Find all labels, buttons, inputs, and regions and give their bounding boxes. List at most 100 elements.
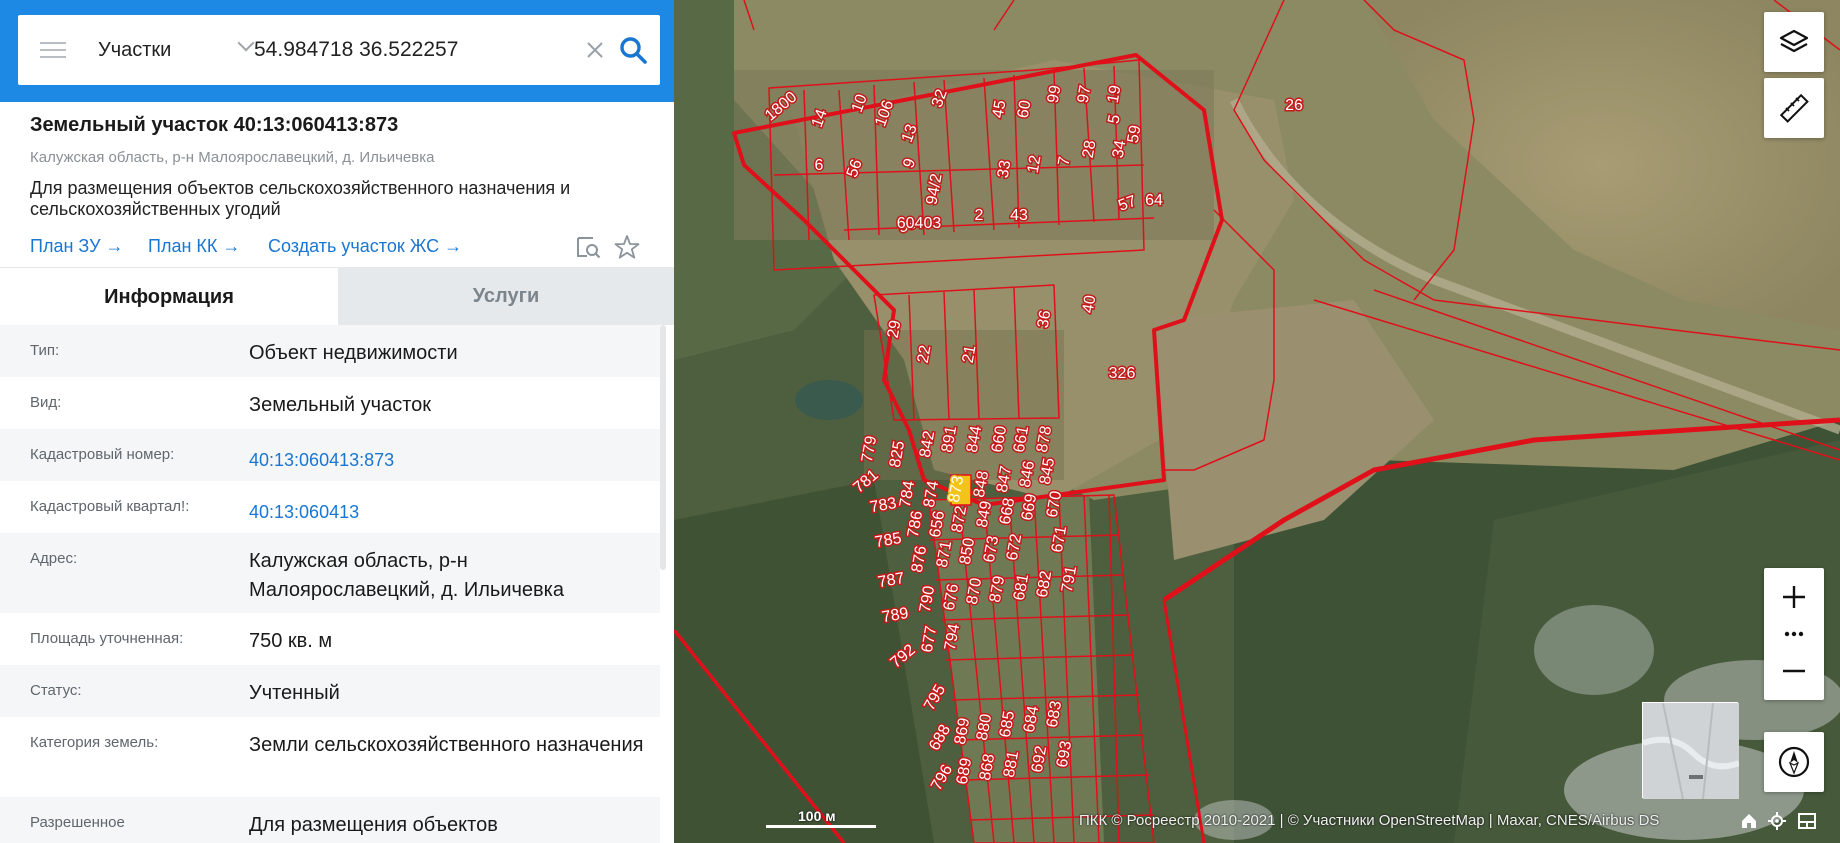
parcel-label[interactable]: 14 (807, 106, 832, 132)
parcel-label[interactable]: 1800 (761, 87, 802, 126)
parcel-label[interactable]: 850 (955, 535, 979, 567)
parcel-label[interactable]: 12 (1023, 152, 1046, 176)
scrollbar[interactable] (660, 325, 666, 570)
tab-info[interactable]: Информация (0, 267, 338, 325)
parcel-label[interactable]: 326 (1107, 364, 1137, 384)
parcel-label[interactable]: 692 (1027, 743, 1051, 775)
parcel-label[interactable]: 844 (962, 423, 986, 455)
print-icon[interactable] (1796, 810, 1818, 832)
parcel-label[interactable]: 683 (1042, 698, 1066, 730)
parcel-label[interactable]: 876 (907, 543, 931, 575)
star-icon[interactable] (614, 234, 640, 260)
parcel-label[interactable]: 878 (1032, 423, 1056, 455)
parcel-label[interactable]: 879 (985, 573, 1009, 605)
parcel-label[interactable]: 685 (995, 708, 1019, 740)
parcel-label[interactable]: 670 (1042, 488, 1066, 520)
parcel-label[interactable]: 36 (1033, 307, 1056, 331)
parcel-label[interactable]: 33 (993, 157, 1016, 181)
home-icon[interactable] (1738, 810, 1760, 832)
parcel-label[interactable]: 59 (1123, 122, 1146, 146)
parcel-label[interactable]: 845 (1035, 455, 1059, 487)
parcel-label[interactable]: 791 (1057, 563, 1081, 595)
parcel-label[interactable]: 792 (886, 640, 920, 673)
locate-icon[interactable] (1766, 810, 1788, 832)
plan-kk-link[interactable]: План КК → (148, 236, 240, 257)
parcel-label[interactable]: 676 (939, 581, 963, 613)
parcel-label[interactable]: 790 (915, 583, 939, 615)
parcel-label[interactable]: 669 (1017, 491, 1041, 523)
parcel-label[interactable]: 779 (857, 433, 881, 465)
tab-services[interactable]: Услуги (338, 267, 674, 325)
menu-icon[interactable] (40, 40, 66, 60)
parcel-label[interactable]: 97 (1073, 82, 1096, 106)
parcel-label[interactable]: 872 (947, 503, 971, 535)
parcel-label[interactable]: 43 (1009, 206, 1030, 226)
parcel-label[interactable]: 671 (1047, 523, 1071, 555)
parcel-label[interactable]: 849 (972, 498, 996, 530)
zoom-in-icon[interactable] (1764, 568, 1824, 626)
parcel-label[interactable]: 796 (927, 760, 958, 795)
parcel-label[interactable]: 64 (1144, 191, 1165, 211)
parcel-label[interactable]: 794 (940, 621, 964, 653)
parcel-label[interactable]: 5 (1104, 112, 1125, 127)
parcel-label[interactable]: 785 (872, 528, 904, 552)
parcel-label[interactable]: 2 (973, 206, 985, 226)
parcel-label[interactable]: 784 (895, 478, 919, 510)
parcel-label[interactable]: 56 (842, 156, 867, 182)
minimap[interactable] (1642, 702, 1741, 800)
plan-zu-link[interactable]: План ЗУ → (30, 236, 124, 257)
more-icon[interactable] (1764, 626, 1824, 642)
parcel-label[interactable]: 29 (883, 317, 906, 341)
parcel-label[interactable]: 847 (992, 463, 1016, 495)
parcel-label[interactable]: 870 (962, 575, 986, 607)
cadastral-quarter-link[interactable]: 40:13:060413 (249, 498, 649, 527)
parcel-label[interactable]: 880 (972, 711, 996, 743)
parcel-label[interactable]: 656 (925, 508, 949, 540)
parcel-label[interactable]: 795 (920, 680, 951, 715)
parcel-label[interactable]: 60 (1013, 97, 1036, 121)
parcel-label[interactable]: 681 (1009, 571, 1033, 603)
parcel-label[interactable]: 787 (875, 568, 907, 592)
layer-select[interactable]: Участки (98, 15, 258, 85)
parcel-label[interactable]: 19 (1103, 82, 1126, 106)
parcel-label[interactable]: 26 (1284, 96, 1305, 116)
clear-icon[interactable] (584, 39, 606, 61)
cadastral-number-link[interactable]: 40:13:060413:873 (249, 446, 649, 475)
parcel-label[interactable]: 57 (1115, 191, 1141, 216)
parcel-label[interactable]: 660 (987, 423, 1011, 455)
parcel-label[interactable]: 789 (879, 603, 911, 627)
parcel-label[interactable]: 677 (917, 623, 941, 655)
parcel-label[interactable]: 693 (1052, 738, 1076, 770)
parcel-label[interactable]: 661 (1009, 423, 1033, 455)
parcel-label[interactable]: 871 (932, 538, 956, 570)
layers-button[interactable] (1764, 12, 1824, 72)
preview-search-icon[interactable] (575, 234, 601, 260)
compass-button[interactable] (1764, 732, 1824, 792)
map-canvas[interactable]: 1800 14 10 106 13 32 9 56 6 94/2 45 60 99 97 19 5 59 33 12… (674, 0, 1840, 843)
parcel-label[interactable]: 45 (988, 97, 1011, 121)
search-input[interactable] (254, 33, 574, 67)
parcel-label[interactable]: 6 (813, 156, 825, 176)
create-parcel-link[interactable]: Создать участок ЖС → (268, 236, 462, 257)
parcel-label[interactable]: 689 (952, 755, 976, 787)
parcel-label[interactable]: 688 (925, 720, 956, 755)
parcel-label[interactable]: 846 (1015, 458, 1039, 490)
parcel-label[interactable]: 7 (1054, 154, 1075, 169)
map-attribution[interactable]: ПКК © Росреестр 2010-2021 | © Участники … (1079, 812, 1659, 829)
parcel-label[interactable]: 842 (915, 428, 939, 460)
parcel-label[interactable]: 881 (999, 748, 1023, 780)
parcel-label[interactable]: 34 (1108, 137, 1131, 161)
parcel-label[interactable]: 673 (979, 533, 1003, 565)
parcel-label[interactable]: 28 (1078, 137, 1101, 161)
parcel-label[interactable]: 21 (958, 342, 981, 366)
parcel-label[interactable]: 848 (969, 468, 993, 500)
parcel-label[interactable]: 40 (1078, 292, 1101, 316)
parcel-label[interactable]: 868 (975, 751, 999, 783)
parcel-label[interactable]: 106 (871, 96, 899, 130)
parcel-label[interactable]: 891 (937, 423, 961, 455)
parcel-label[interactable]: 874 (919, 478, 943, 510)
parcel-label[interactable]: 99 (1043, 82, 1066, 106)
parcel-label[interactable]: 783 (867, 493, 899, 517)
parcel-label[interactable]: 682 (1032, 568, 1056, 600)
parcel-label[interactable]: 668 (995, 495, 1019, 527)
